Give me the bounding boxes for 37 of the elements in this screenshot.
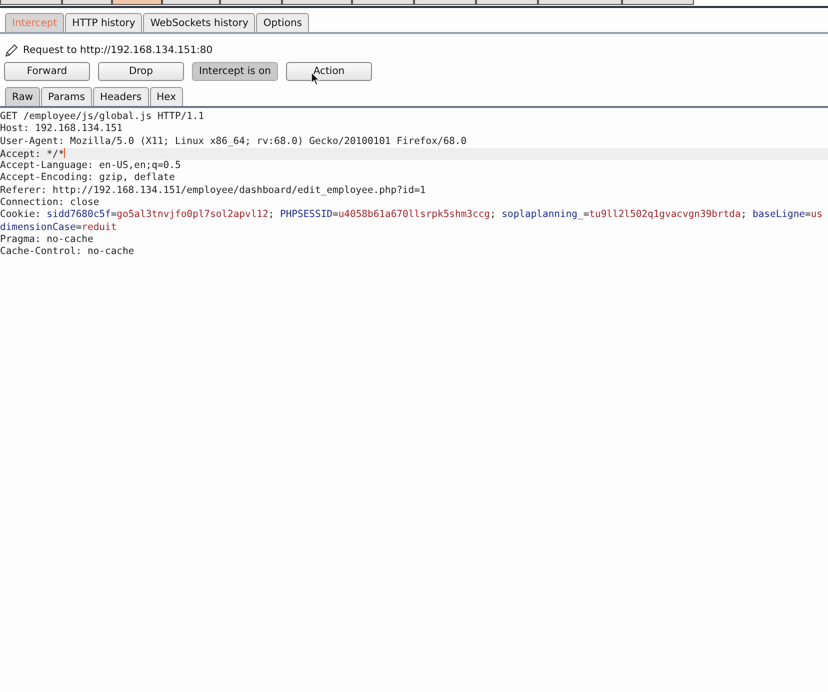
tab[interactable]: Hex bbox=[150, 87, 183, 106]
pencil-icon bbox=[5, 44, 18, 56]
request-line: Accept-Encoding: gzip, deflate bbox=[0, 172, 175, 184]
tab[interactable] bbox=[0, 0, 62, 5]
tab[interactable] bbox=[476, 0, 538, 5]
action-button[interactable]: Intercept is on bbox=[192, 62, 278, 81]
tab[interactable] bbox=[282, 0, 352, 5]
request-line: User-Agent: Mozilla/5.0 (X11; Linux x86_64; rv:68.0) Gecko/20100101 Firefox/68.0 bbox=[0, 136, 467, 147]
request-info: Request to http://192.168.134.151:80 bbox=[23, 44, 213, 56]
request-line: Host: 192.168.134.151 bbox=[0, 123, 122, 134]
action-button[interactable]: Drop bbox=[98, 62, 184, 81]
tab[interactable]: Headers bbox=[92, 87, 149, 106]
request-line: Pragma: no-cache bbox=[0, 234, 94, 245]
tab[interactable]: Raw bbox=[5, 87, 40, 106]
tab[interactable] bbox=[538, 0, 622, 5]
tab[interactable]: Options bbox=[256, 13, 309, 32]
request-line: dimensionCase=reduit bbox=[0, 222, 117, 233]
tab[interactable] bbox=[622, 0, 694, 5]
tab[interactable] bbox=[162, 0, 220, 5]
tab[interactable] bbox=[62, 0, 112, 5]
request-line: Referer: http://192.168.134.151/employee/dashboard/edit_employee.php?id=1 bbox=[0, 184, 426, 196]
request-line: Accept: */* bbox=[0, 148, 64, 160]
tab[interactable]: Params bbox=[41, 87, 92, 106]
tab[interactable] bbox=[220, 0, 282, 5]
action-button[interactable]: Action bbox=[286, 62, 372, 81]
tab[interactable] bbox=[112, 0, 162, 5]
text-caret bbox=[64, 148, 66, 158]
tab[interactable]: HTTP history bbox=[65, 13, 142, 32]
request-line: Cookie: sidd7680c5f=go5al3tnvjfo0pl7sol2apvl12; PHPSESSID=u4058b61a670llsrpk5shm3ccg; soplaplanning_=tu9ll2l502q1gvacvgn39brtda; baseLigne=us bbox=[0, 209, 823, 220]
tab[interactable] bbox=[414, 0, 476, 5]
tab[interactable] bbox=[352, 0, 414, 5]
request-line: Cache-Control: no-cache bbox=[0, 246, 134, 258]
tab[interactable]: WebSockets history bbox=[143, 13, 256, 32]
request-line: Accept-Language: en-US,en;q=0.5 bbox=[0, 160, 181, 172]
request-line: GET /employee/js/global.js HTTP/1.1 bbox=[0, 111, 204, 122]
request-line: Connection: close bbox=[0, 197, 100, 208]
action-button[interactable]: Forward bbox=[4, 62, 90, 81]
